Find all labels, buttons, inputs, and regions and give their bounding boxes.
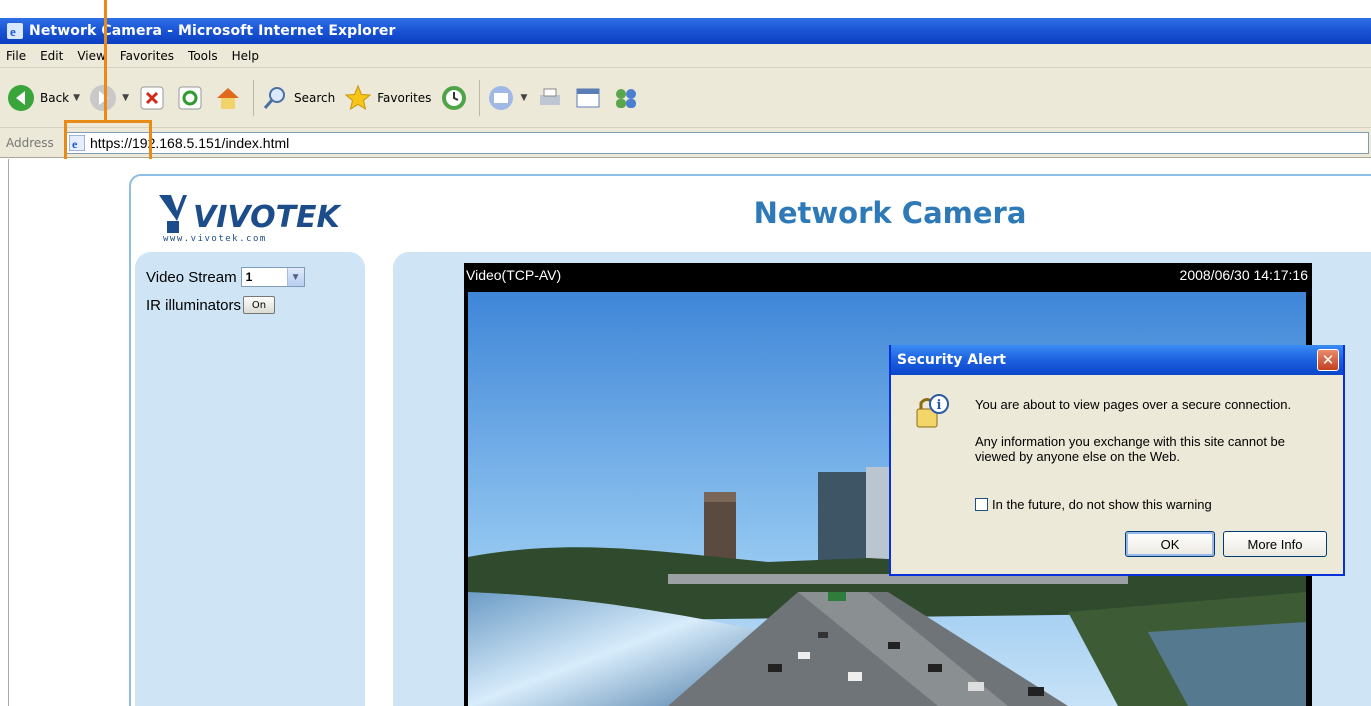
toolbar-separator-2 xyxy=(479,79,481,116)
window-titlebar[interactable]: e Network Camera - Microsoft Internet Ex… xyxy=(0,18,1371,44)
address-input[interactable]: e https://192.168.5.151/index.html xyxy=(64,131,1369,154)
video-timestamp: 2008/06/30 14:17:16 xyxy=(1179,267,1308,283)
browser-toolbar: Back ▼ ▼ Search Favorites ▼ xyxy=(0,68,1371,128)
messenger-icon xyxy=(616,88,637,108)
more-info-button[interactable]: More Info xyxy=(1223,531,1327,557)
menu-edit[interactable]: Edit xyxy=(40,49,63,63)
refresh-icon xyxy=(178,86,202,109)
menu-file[interactable]: File xyxy=(6,49,26,63)
chevron-down-icon[interactable]: ▼ xyxy=(286,268,304,286)
messenger-button[interactable] xyxy=(611,83,641,113)
ok-button[interactable]: OK xyxy=(1125,531,1215,557)
edit-button[interactable] xyxy=(573,83,603,113)
forward-button[interactable]: ▼ xyxy=(88,83,129,113)
print-button[interactable] xyxy=(535,83,565,113)
back-arrow-icon xyxy=(8,84,34,111)
callout-line xyxy=(104,0,107,122)
address-bar: Address e https://192.168.5.151/index.ht… xyxy=(0,128,1371,158)
search-icon xyxy=(263,86,285,109)
search-label: Search xyxy=(293,90,336,105)
stop-icon xyxy=(140,86,164,109)
logo-text: VIVOTEK xyxy=(193,200,343,235)
menu-bar: File Edit View Favorites Tools Help xyxy=(0,44,1371,68)
dialog-message-2: Any information you exchange with this s… xyxy=(975,434,1286,464)
video-stream-label: Video Stream xyxy=(146,268,237,286)
menu-favorites[interactable]: Favorites xyxy=(120,49,174,63)
dialog-title: Security Alert xyxy=(897,352,1006,368)
mail-dropdown-icon[interactable]: ▼ xyxy=(520,93,527,103)
dialog-titlebar[interactable]: Security Alert ✕ xyxy=(891,345,1343,375)
forward-dropdown-icon[interactable]: ▼ xyxy=(122,93,129,103)
video-stream-row: Video Stream 1 ▼ xyxy=(146,267,305,287)
svg-text:i: i xyxy=(937,398,942,413)
dialog-message-1: You are about to view pages over a secur… xyxy=(975,397,1292,412)
lock-info-icon: i xyxy=(916,394,949,428)
edit-page-icon xyxy=(576,88,600,107)
search-button[interactable]: Search xyxy=(260,83,335,113)
menu-view[interactable]: View xyxy=(77,49,105,63)
dont-show-checkbox-row[interactable]: In the future, do not show this warning xyxy=(975,497,1212,512)
dont-show-checkbox[interactable] xyxy=(975,498,988,511)
stop-button[interactable] xyxy=(137,83,167,113)
mail-icon xyxy=(489,85,514,110)
logo-url: www.vivotek.com xyxy=(163,234,267,243)
control-panel xyxy=(135,252,365,706)
home-icon xyxy=(216,87,239,109)
security-alert-dialog: Security Alert ✕ i You are about to view… xyxy=(889,345,1345,576)
home-button[interactable] xyxy=(213,83,243,113)
refresh-button[interactable] xyxy=(175,83,205,113)
ir-row: IR illuminators On xyxy=(146,296,276,314)
back-button[interactable]: Back ▼ xyxy=(6,83,80,113)
ir-illuminators-label: IR illuminators xyxy=(146,296,242,314)
history-icon xyxy=(442,85,467,110)
video-protocol-label: Video(TCP-AV) xyxy=(466,267,562,283)
star-icon xyxy=(344,84,372,110)
toolbar-separator xyxy=(252,79,254,116)
dont-show-label: In the future, do not show this warning xyxy=(992,497,1212,512)
menu-help[interactable]: Help xyxy=(232,49,259,63)
favorites-label: Favorites xyxy=(377,90,432,105)
svg-text:e: e xyxy=(10,24,16,39)
ir-on-button[interactable]: On xyxy=(243,296,276,314)
mail-button[interactable]: ▼ xyxy=(486,83,527,113)
ie-logo-icon: e xyxy=(6,22,24,40)
menu-tools[interactable]: Tools xyxy=(188,49,218,63)
window-title: Network Camera - Microsoft Internet Expl… xyxy=(29,23,396,39)
history-button[interactable] xyxy=(439,83,469,113)
address-label: Address xyxy=(6,135,54,150)
vivotek-logo: VIVOTEK www.vivotek.com xyxy=(157,191,347,244)
favorites-button[interactable]: Favorites xyxy=(343,83,431,113)
back-dropdown-icon[interactable]: ▼ xyxy=(73,93,80,103)
page-title: Network Camera xyxy=(753,196,1027,230)
video-stream-select[interactable]: 1 ▼ xyxy=(240,267,305,287)
close-icon[interactable]: ✕ xyxy=(1317,349,1339,371)
video-stream-value: 1 xyxy=(245,270,253,284)
printer-icon xyxy=(540,88,561,105)
video-header: Video(TCP-AV) 2008/06/30 14:17:16 xyxy=(464,263,1312,287)
back-label: Back xyxy=(40,90,70,105)
